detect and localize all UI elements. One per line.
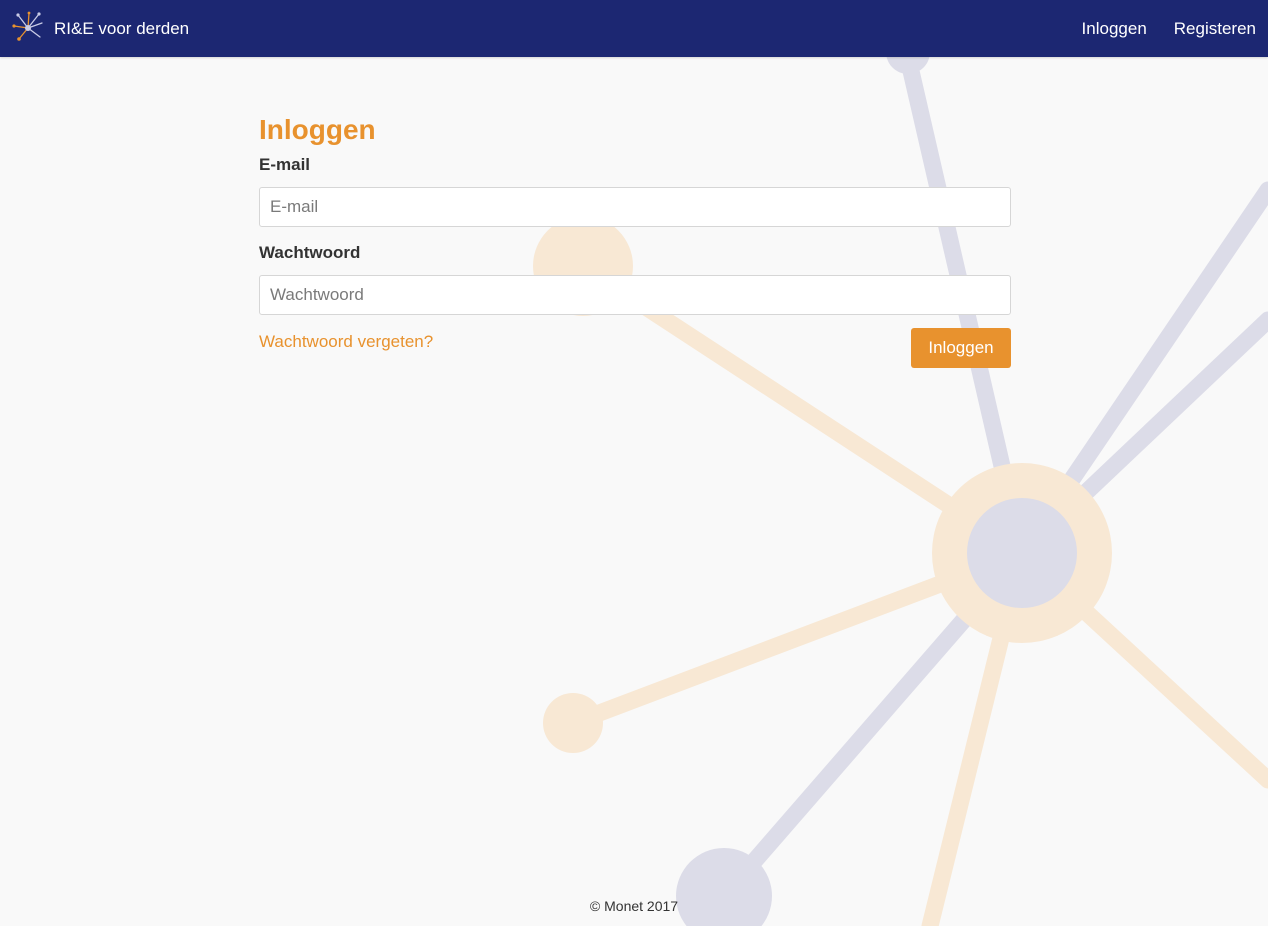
password-label: Wachtwoord xyxy=(259,243,361,262)
nav-register-link[interactable]: Registeren xyxy=(1174,19,1256,39)
forgot-password-link[interactable]: Wachtwoord vergeten? xyxy=(259,332,433,352)
email-field[interactable] xyxy=(259,187,1011,227)
email-group: E-mail xyxy=(259,154,1011,227)
email-label: E-mail xyxy=(259,155,311,174)
brand-home-link[interactable]: RI&E voor derden xyxy=(12,11,190,48)
brand-name: RI&E voor derden xyxy=(54,19,190,38)
password-field[interactable] xyxy=(259,275,1011,315)
password-group: Wachtwoord xyxy=(259,242,1011,315)
nav-login-link[interactable]: Inloggen xyxy=(1082,19,1147,39)
login-form: Inloggen E-mail Wachtwoord Wachtwoord ve… xyxy=(259,110,1011,368)
page-title: Inloggen xyxy=(259,114,376,145)
navbar-links: Inloggen Registeren xyxy=(1055,0,1256,57)
network-logo-icon xyxy=(12,11,54,48)
login-button[interactable]: Inloggen xyxy=(911,328,1011,368)
form-actions: Wachtwoord vergeten? Inloggen xyxy=(259,328,1011,368)
top-navbar: RI&E voor derden Inloggen Registeren xyxy=(0,0,1268,57)
footer-copyright: © Monet 2017 xyxy=(589,898,679,914)
